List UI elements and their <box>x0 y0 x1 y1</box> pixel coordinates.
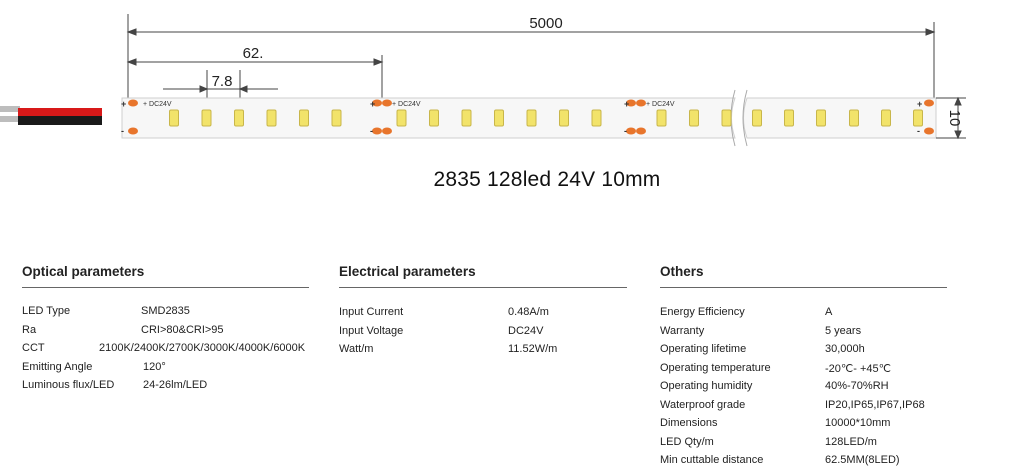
others-param-label: Operating humidity <box>660 380 753 392</box>
solder-pad <box>128 127 138 135</box>
black-wire <box>18 116 102 125</box>
solder-pad <box>128 99 138 107</box>
solder-pad <box>382 127 392 135</box>
led-chip <box>234 109 244 127</box>
solder-pad <box>636 99 646 107</box>
others-param-label: Dimensions <box>660 417 718 429</box>
minus-mark: - <box>121 126 124 136</box>
red-wire <box>18 108 102 116</box>
optical-param-label: CCT <box>22 342 45 354</box>
electrical-section: Electrical parameters <box>339 264 627 288</box>
others-section: Others <box>660 264 947 288</box>
led-chip <box>266 109 277 127</box>
optical-param-value: 24-26lm/LED <box>143 379 208 391</box>
led-chip <box>591 109 602 127</box>
others-param-value: 5 years <box>825 324 862 337</box>
led-chip <box>656 109 667 127</box>
voltage-mark: + DC24V <box>143 101 172 108</box>
led-chip <box>816 109 826 127</box>
optical-param-value: 120° <box>143 360 166 373</box>
others-param-value: A <box>825 306 833 318</box>
total-length-label: 5000 <box>529 15 562 32</box>
others-param-value: 10000*10mm <box>825 417 891 429</box>
voltage-mark: + DC24V <box>392 101 421 108</box>
optical-param-label: Ra <box>22 323 37 336</box>
others-param-label: Energy Efficiency <box>660 306 745 318</box>
led-chip <box>396 109 407 127</box>
product-title: 2835 128led 24V 10mm <box>433 168 661 191</box>
led-chip <box>169 109 179 127</box>
others-param-label: Operating lifetime <box>660 343 747 355</box>
solder-pad <box>924 99 934 107</box>
minus-mark: - <box>917 126 920 136</box>
others-param-label: Warranty <box>660 324 705 337</box>
electrical-param-label: Input Voltage <box>339 324 404 337</box>
optical-param-value: 2100K/2400K/2700K/3000K/4000K/6000K <box>99 342 306 354</box>
plus-mark: + <box>917 99 922 109</box>
others-param-value: IP20,IP65,IP67,IP68 <box>825 398 925 411</box>
led-chip <box>849 109 859 127</box>
optical-heading: Optical parameters <box>22 264 309 288</box>
others-param-value: 40%-70%RH <box>825 380 889 392</box>
led-chip <box>752 109 762 127</box>
led-chip <box>494 109 504 127</box>
segment-length-label: 62. <box>243 45 264 62</box>
optical-param-label: Luminous flux/LED <box>22 379 115 391</box>
others-param-label: Operating temperature <box>660 361 771 374</box>
led-chip <box>526 109 537 127</box>
solder-pad <box>626 127 636 135</box>
electrical-param-value: 11.52W/m <box>508 343 558 355</box>
others-param-value: 128LED/m <box>825 435 877 448</box>
minus-mark: - <box>624 126 627 136</box>
minus-mark: - <box>370 126 373 136</box>
electrical-param-value: DC24V <box>508 324 544 337</box>
optical-param-value: SMD2835 <box>141 305 190 317</box>
optical-param-value: CRI>80&CRI>95 <box>141 323 224 336</box>
pitch-label: 7.8 <box>212 73 233 90</box>
optical-param-label: Emitting Angle <box>22 360 93 373</box>
led-chip <box>881 109 891 127</box>
voltage-mark: + DC24V <box>646 101 675 108</box>
optical-param-label: LED Type <box>22 305 71 317</box>
electrical-param-label: Watt/m <box>339 343 374 355</box>
solder-pad <box>924 127 934 135</box>
power-wires <box>0 106 102 125</box>
others-param-value: 62.5MM(8LED) <box>825 454 900 466</box>
others-param-value: -20℃- +45℃ <box>825 362 891 375</box>
solder-pad <box>382 99 392 107</box>
optical-section: Optical parameters <box>22 264 309 288</box>
plus-mark: + <box>121 99 126 109</box>
led-chip <box>559 109 569 127</box>
electrical-param-value: 0.48A/m <box>508 306 549 318</box>
solder-pad <box>372 127 382 135</box>
led-chip <box>299 109 309 127</box>
led-chip <box>913 109 923 127</box>
led-chip <box>461 109 472 127</box>
led-chip <box>201 109 212 127</box>
others-param-label: LED Qty/m <box>660 435 714 448</box>
led-chip <box>429 109 439 127</box>
electrical-param-label: Input Current <box>339 306 404 318</box>
width-label: 10 <box>946 110 963 127</box>
plus-mark: + <box>370 99 375 109</box>
electrical-heading: Electrical parameters <box>339 264 627 288</box>
solder-pad <box>636 127 646 135</box>
others-param-value: 30,000h <box>825 343 865 355</box>
led-chip <box>689 109 699 127</box>
others-heading: Others <box>660 264 947 288</box>
led-chip <box>721 109 732 127</box>
led-strip-drawing: 5000 62. 7.8 10 + - + DC24V + - + DC24V + - + DC… <box>0 14 966 147</box>
plus-mark: + <box>624 99 629 109</box>
led-chip <box>331 109 342 127</box>
others-param-label: Min cuttable distance <box>660 454 764 466</box>
led-chip <box>784 109 794 127</box>
others-param-label: Waterproof grade <box>660 398 746 411</box>
